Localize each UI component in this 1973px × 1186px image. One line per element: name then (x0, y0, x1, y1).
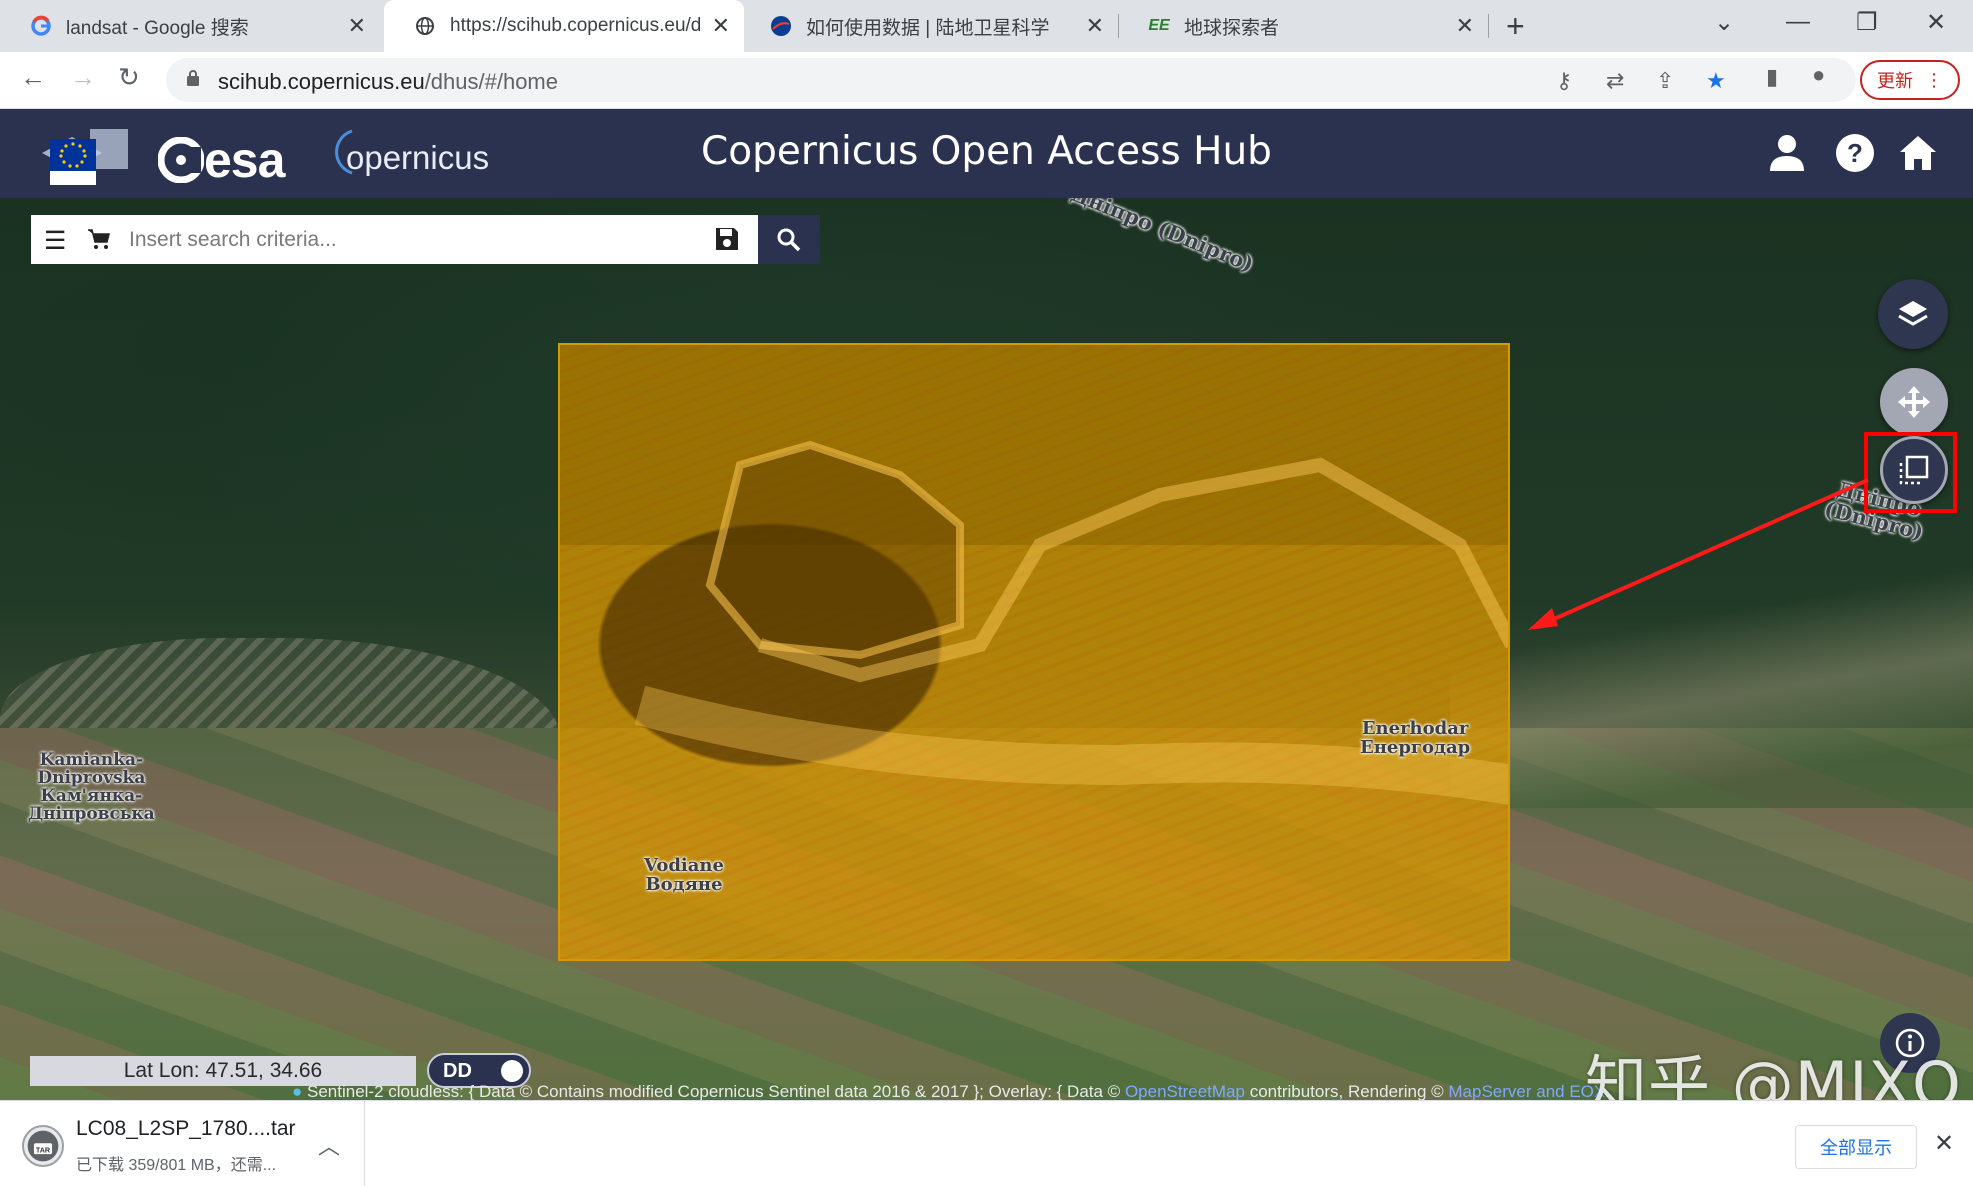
close-tab-icon[interactable]: ✕ (348, 13, 366, 39)
tab-title: 如何使用数据 | 陆地卫星科学 (806, 17, 1050, 39)
toggle-knob (501, 1060, 523, 1082)
lock-icon[interactable] (186, 69, 200, 87)
tab-title: https://scihub.copernicus.eu/d (450, 15, 702, 36)
google-g-icon (30, 15, 52, 37)
coord-mode-label: DD (443, 1060, 472, 1082)
tab-title: 地球探索者 (1184, 17, 1280, 39)
zhihu-watermark: 知乎 @MIXQ (1585, 1048, 1962, 1100)
map-label-kamianka: Kamianka- Dniprovska Кам'янка- Дніпровсь… (28, 750, 155, 824)
annotation-highlight-box (1864, 432, 1957, 513)
url-text[interactable]: scihub.copernicus.eu/dhus/#/home (218, 69, 558, 95)
move-arrows-icon (1898, 386, 1930, 418)
tab-earth-explorer[interactable]: EE 地球探索者 ✕ (1118, 0, 1488, 52)
update-label: 更新 (1877, 71, 1913, 91)
restore-icon[interactable]: ❐ (1856, 8, 1878, 37)
attribution-text: contributors, Rendering © (1249, 1082, 1444, 1100)
search-icon (777, 228, 801, 251)
help-icon[interactable]: ? (1833, 131, 1877, 175)
menu-icon[interactable]: ☰ (44, 226, 66, 256)
update-button[interactable]: 更新 ⋮ (1860, 60, 1960, 100)
kebab-menu-icon: ⋮ (1925, 69, 1943, 90)
show-all-downloads-button[interactable]: 全部显示 (1795, 1125, 1917, 1169)
tab-google-search[interactable]: landsat - Google 搜索 ✕ (0, 0, 380, 52)
browser-toolbar: ← → ↻ scihub.copernicus.eu/dhus/#/home ⚷… (0, 52, 1973, 109)
search-input[interactable] (129, 223, 629, 257)
map-label-vodiane: Vodiane Водяне (644, 855, 724, 895)
close-tab-icon[interactable]: ✕ (1456, 13, 1474, 39)
map-label-enerhodar: Enerhodar Енергодар (1360, 718, 1471, 758)
cart-icon[interactable] (87, 227, 111, 251)
globe-icon (414, 15, 436, 37)
browser-tab-strip: landsat - Google 搜索 ✕ https://scihub.cop… (0, 0, 1973, 52)
minimize-icon[interactable]: — (1786, 8, 1810, 36)
svg-text:TAR: TAR (36, 1145, 51, 1154)
reload-icon[interactable]: ↻ (118, 62, 140, 93)
profile-avatar-icon[interactable]: ● (1812, 62, 1825, 88)
download-shelf: TAR LC08_L2SP_1780....tar 已下载 359/801 MB… (0, 1100, 1973, 1186)
app-header: esa opernicus Copernicus Open Access Hub… (0, 109, 1973, 198)
ee-icon: EE (1148, 17, 1170, 34)
layers-button[interactable] (1878, 279, 1948, 349)
new-tab-icon[interactable]: + (1506, 8, 1525, 45)
close-window-icon[interactable]: ✕ (1926, 8, 1946, 37)
forward-icon[interactable]: → (70, 62, 96, 93)
chevron-up-icon[interactable]: ︿ (318, 1129, 340, 1161)
translate-icon[interactable]: ⇄ (1606, 68, 1624, 94)
search-button[interactable] (758, 215, 820, 264)
user-icon[interactable] (1765, 131, 1809, 175)
tab-search-chevron-icon[interactable]: ⌄ (1714, 8, 1734, 37)
side-panel-icon[interactable]: ▮ (1766, 64, 1778, 90)
close-tab-icon[interactable]: ✕ (1086, 13, 1104, 39)
map-terrain (1450, 558, 1973, 808)
attribution-dot-icon: ● (292, 1082, 307, 1100)
tab-scihub[interactable]: https://scihub.copernicus.eu/d ✕ (384, 0, 744, 52)
attribution-text: Sentinel-2 cloudless: { Data © Contains … (307, 1082, 1121, 1100)
url-path: /dhus/#/home (424, 69, 558, 94)
svg-text:?: ? (1847, 138, 1863, 168)
download-filename: LC08_L2SP_1780....tar (76, 1117, 296, 1140)
tar-file-icon: TAR (22, 1125, 64, 1167)
search-bar: ☰ (31, 215, 758, 264)
home-icon[interactable] (1896, 131, 1940, 175)
close-tab-icon[interactable]: ✕ (712, 13, 730, 39)
download-status: 已下载 359/801 MB，还需... (76, 1157, 277, 1174)
close-icon[interactable]: ✕ (1934, 1129, 1954, 1158)
tab-landsat-science[interactable]: 如何使用数据 | 陆地卫星科学 ✕ (740, 0, 1118, 52)
map-label-dnipro-river: Дніпро (Dnipro) (1067, 198, 1258, 277)
map-viewport[interactable]: Дніпро (Dnipro) Дніпро (Dnipro) Kamianka… (0, 198, 1973, 1100)
openstreetmap-link[interactable]: OpenStreetMap (1125, 1082, 1245, 1100)
pan-mode-button[interactable] (1880, 368, 1948, 436)
share-icon[interactable]: ⇪ (1656, 68, 1674, 94)
bookmark-star-icon[interactable]: ★ (1706, 68, 1726, 94)
tab-separator (1488, 14, 1489, 38)
tab-title: landsat - Google 搜索 (66, 17, 249, 39)
layers-icon (1898, 301, 1928, 326)
key-icon[interactable]: ⚷ (1556, 68, 1572, 94)
area-of-interest-selection[interactable]: Enerhodar Енергодар Vodiane Водяне (558, 343, 1510, 961)
back-icon[interactable]: ← (20, 62, 46, 93)
save-search-icon[interactable] (714, 226, 740, 252)
mapserver-eox-link[interactable]: MapServer and EOX (1448, 1082, 1605, 1100)
page-title: Copernicus Open Access Hub (701, 129, 1272, 174)
address-bar[interactable]: scihub.copernicus.eu/dhus/#/home ⚷ ⇄ ⇪ ★ (166, 58, 1856, 102)
download-item[interactable]: TAR LC08_L2SP_1780....tar 已下载 359/801 MB… (0, 1101, 365, 1186)
url-host: scihub.copernicus.eu (218, 69, 425, 94)
nasa-icon (770, 15, 792, 37)
